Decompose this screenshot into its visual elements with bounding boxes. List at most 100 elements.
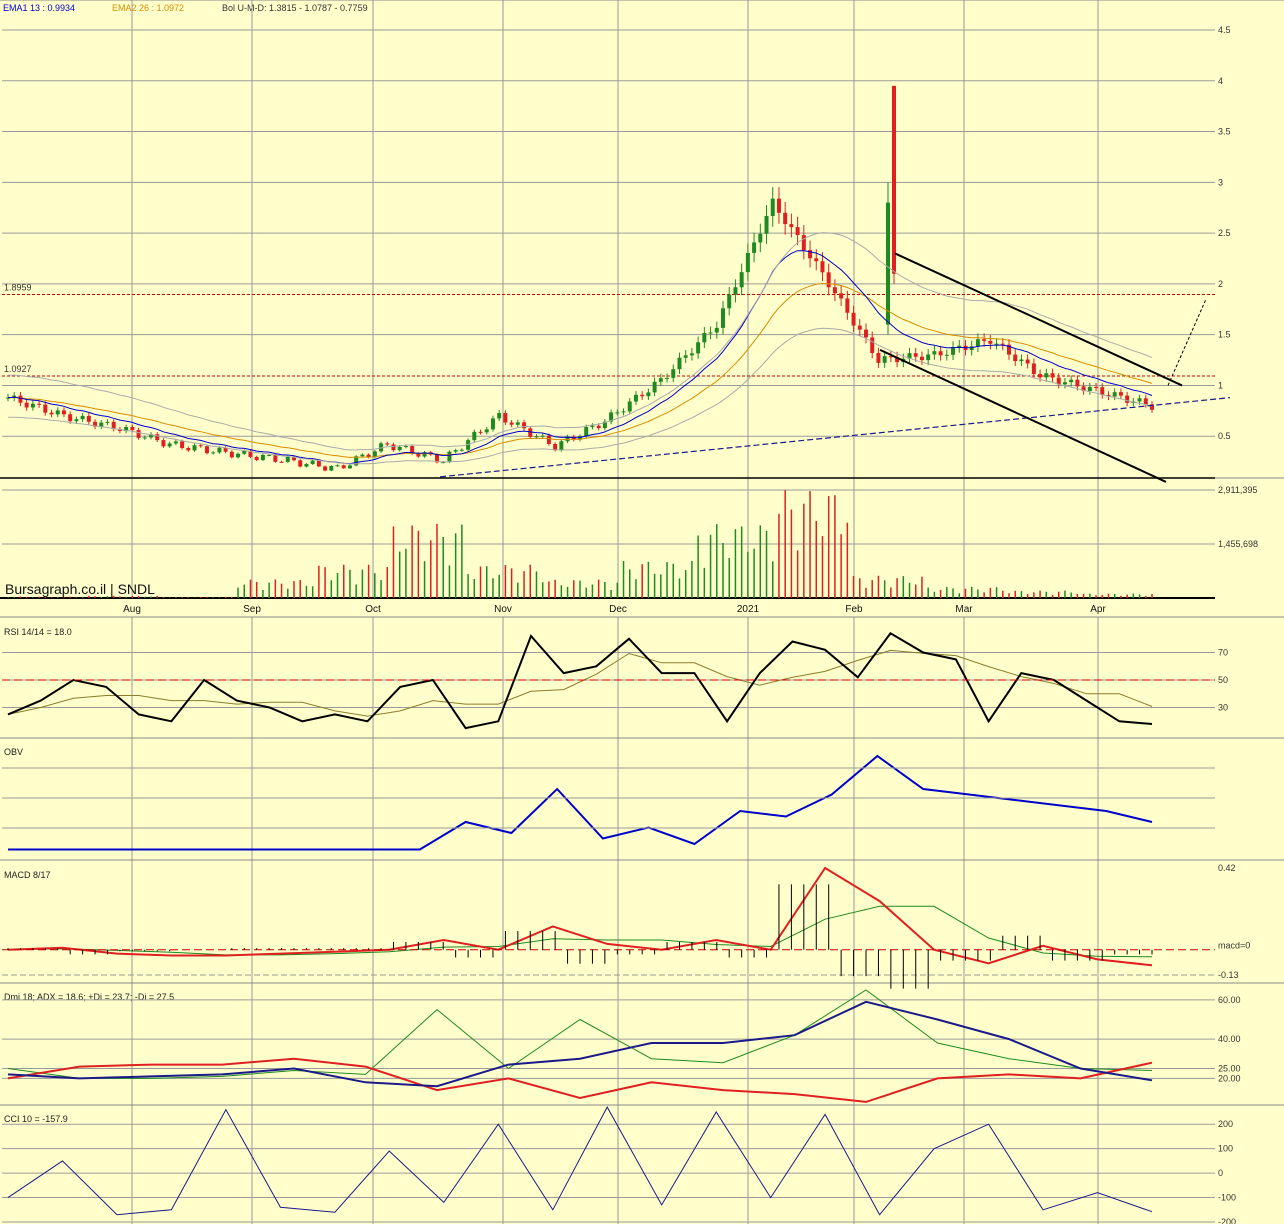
rsi-title: RSI 14/14 = 18.0 bbox=[4, 627, 72, 637]
month-label: Nov bbox=[494, 604, 512, 615]
candle-body bbox=[814, 258, 819, 262]
price-tick-label: 2.5 bbox=[1218, 228, 1231, 238]
candle-body bbox=[528, 428, 533, 437]
reference-level-label: 1.0927 bbox=[4, 364, 32, 374]
candle-body bbox=[857, 325, 862, 330]
candle-body bbox=[447, 451, 452, 463]
candle-body bbox=[1069, 379, 1074, 383]
candle-body bbox=[839, 293, 844, 299]
candle-body bbox=[24, 402, 29, 408]
ema1-line bbox=[7, 250, 1153, 465]
candle-body bbox=[671, 369, 676, 378]
candle-body bbox=[783, 212, 788, 225]
candle-body bbox=[621, 411, 626, 413]
candle-body bbox=[982, 339, 987, 341]
bollinger-upper-line bbox=[7, 232, 1153, 451]
candle-body bbox=[926, 354, 931, 361]
candle-body bbox=[919, 356, 924, 361]
candle-body bbox=[217, 447, 222, 453]
price-tick-label: 4 bbox=[1218, 76, 1223, 86]
candle-body bbox=[1075, 379, 1080, 387]
indicator-tick-label: 70 bbox=[1218, 648, 1228, 658]
price-tick-label: 3.5 bbox=[1218, 127, 1231, 137]
candle-body bbox=[702, 333, 707, 343]
candle-body bbox=[323, 466, 328, 471]
candle-body bbox=[1143, 398, 1148, 405]
candle-body bbox=[335, 465, 340, 467]
candle-body bbox=[1094, 386, 1099, 388]
candle-body bbox=[721, 308, 725, 328]
candle-body bbox=[652, 381, 657, 393]
candle-body bbox=[304, 463, 309, 467]
candle-body bbox=[886, 202, 890, 325]
candle-body bbox=[696, 342, 701, 354]
candle-body bbox=[472, 431, 477, 441]
candle-body bbox=[1000, 343, 1005, 345]
volume-tick-label: 2,911,395 bbox=[1218, 485, 1257, 495]
candle-body bbox=[845, 298, 850, 313]
candle-body bbox=[515, 422, 520, 425]
candle-body bbox=[1118, 392, 1123, 396]
candle-body bbox=[932, 351, 937, 355]
candle-body bbox=[161, 440, 166, 447]
candle-body bbox=[453, 450, 458, 452]
candle-body bbox=[497, 413, 502, 419]
price-tick-label: 1.5 bbox=[1218, 330, 1231, 340]
indicator-tick-label: 20.00 bbox=[1218, 1073, 1241, 1083]
candle-body bbox=[739, 272, 744, 288]
candle-body bbox=[658, 378, 663, 382]
reference-level-label: 1.8959 bbox=[4, 282, 32, 292]
dmi-adx-line bbox=[7, 1000, 1153, 1088]
candle-body bbox=[43, 404, 48, 413]
candle-body bbox=[584, 427, 589, 437]
candle-body bbox=[416, 453, 421, 457]
candle-body bbox=[795, 227, 800, 236]
candle-body bbox=[534, 436, 539, 438]
candle-body bbox=[99, 422, 104, 427]
candle-body bbox=[285, 456, 290, 462]
candle-body bbox=[826, 272, 831, 288]
indicator-tick-label: 0 bbox=[1218, 1168, 1223, 1178]
dmi-minus-di-line bbox=[7, 1057, 1153, 1103]
candle-body bbox=[484, 429, 489, 433]
candle-body bbox=[1013, 354, 1018, 362]
candle-body bbox=[1044, 373, 1049, 378]
bollinger-readout: Bol U-M-D: 1.3815 - 1.0787 - 0.7759 bbox=[222, 3, 368, 13]
candle-body bbox=[1038, 374, 1043, 378]
candle-body bbox=[329, 465, 334, 471]
candle-body bbox=[68, 414, 73, 422]
macd-tick-label: -0.13 bbox=[1218, 970, 1239, 980]
candle-body bbox=[391, 444, 396, 451]
candle-body bbox=[1062, 382, 1067, 385]
indicator-tick-label: 30 bbox=[1218, 703, 1228, 713]
volume-tick-label: 1,455,698 bbox=[1218, 539, 1258, 549]
watermark: Bursagraph.co.il | SNDL bbox=[5, 581, 155, 597]
candle-body bbox=[310, 460, 315, 464]
candle-body bbox=[173, 441, 178, 444]
dmi-title: Dmi 18; ADX = 18.6; +Di = 23.7; -Di = 27… bbox=[4, 992, 174, 1002]
candle-body bbox=[522, 422, 527, 429]
candle-body bbox=[316, 460, 321, 467]
candle-body bbox=[136, 430, 141, 438]
candle-body bbox=[478, 431, 483, 433]
rsi-line bbox=[7, 631, 1153, 730]
indicator-tick-label: 200 bbox=[1218, 1119, 1233, 1129]
candle-body bbox=[975, 339, 980, 347]
candle-body bbox=[403, 446, 408, 448]
candle-body bbox=[1112, 392, 1117, 397]
candle-body bbox=[459, 449, 464, 451]
candle-body bbox=[360, 454, 365, 457]
candle-body bbox=[236, 453, 241, 458]
month-label: Aug bbox=[123, 604, 141, 615]
candle-body bbox=[260, 454, 265, 461]
macd-tick-label: 0.42 bbox=[1218, 863, 1236, 873]
candle-body bbox=[192, 445, 197, 451]
candle-body bbox=[540, 435, 545, 437]
candle-body bbox=[229, 451, 234, 458]
indicator-tick-label: -200 bbox=[1218, 1217, 1236, 1224]
candle-body bbox=[864, 329, 868, 338]
projection-trendline bbox=[1167, 298, 1207, 386]
candle-body bbox=[957, 345, 962, 348]
candle-body bbox=[938, 351, 943, 356]
month-label: Sep bbox=[243, 604, 261, 615]
